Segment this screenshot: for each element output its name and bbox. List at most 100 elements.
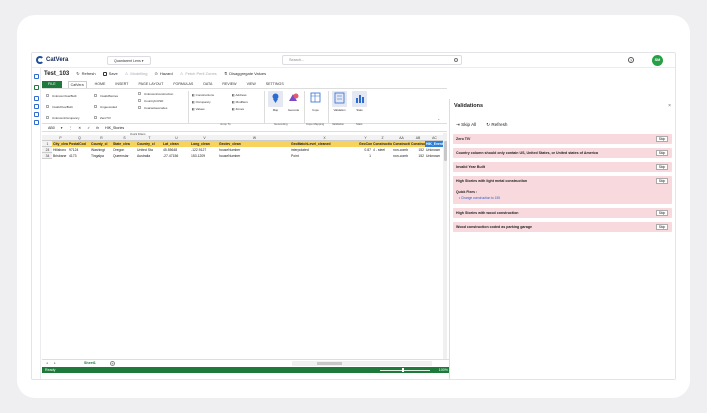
sheet-nav-next-icon[interactable]: ▸ xyxy=(54,361,56,365)
panel-refresh-button[interactable]: ↻ Refresh xyxy=(486,122,507,128)
tab-view[interactable]: VIEW xyxy=(245,81,258,88)
geocode-button[interactable]: Geocode xyxy=(286,91,301,112)
table-cell[interactable]: houseNumber xyxy=(218,153,290,159)
validation-text: High Stories with light metal constructi… xyxy=(456,179,528,183)
layers-icon[interactable] xyxy=(34,104,39,109)
table-cell[interactable] xyxy=(372,153,392,159)
skip-button[interactable]: Skip xyxy=(656,178,668,184)
skip-button[interactable]: Skip xyxy=(656,164,668,170)
check-unknown-construction[interactable] xyxy=(138,92,141,95)
table-cell[interactable]: Queenslar xyxy=(112,153,136,159)
scrollbar-thumb[interactable] xyxy=(317,362,342,365)
search-input[interactable]: Search... xyxy=(282,55,462,65)
check-ungeocoded[interactable] xyxy=(94,105,97,108)
table-cell[interactable]: 152 xyxy=(410,153,425,159)
hazard-button[interactable]: ⊙ Hazard xyxy=(154,71,172,76)
save-button[interactable]: Save xyxy=(102,71,118,76)
table-cell[interactable]: Tingalpa xyxy=(90,153,112,159)
skip-all-button[interactable]: ⇥ Skip All xyxy=(456,122,476,128)
close-icon[interactable]: × xyxy=(668,103,671,109)
table-cell[interactable]: Brisbane xyxy=(52,153,68,159)
vertical-scrollbar[interactable] xyxy=(443,133,447,359)
validation-button[interactable]: Validation xyxy=(332,91,347,112)
collapse-ribbon-icon[interactable]: ^ xyxy=(438,118,439,122)
tab-formulas[interactable]: FORMULAS xyxy=(171,81,195,88)
skip-button[interactable]: Skip xyxy=(656,136,668,142)
stats-button[interactable]: Stats xyxy=(352,91,367,112)
tab-home[interactable]: HOME xyxy=(93,81,108,88)
zoom-slider[interactable] xyxy=(380,368,430,372)
table-cell[interactable]: -27.47156 xyxy=(162,153,190,159)
formula-bar: AB0 ▾ ⋮ ✕ ✓ fx HIK_Stories xyxy=(42,124,447,132)
tab-data[interactable]: DATA xyxy=(201,81,214,88)
fetch-peril-zones-button[interactable]: ⚠ Fetch Peril Zones xyxy=(180,71,217,76)
jump-occupancy-link[interactable]: ◧ Occupancy xyxy=(192,100,211,104)
jump-address-label: Address xyxy=(235,93,247,97)
map-button[interactable]: Map xyxy=(268,91,283,112)
panel-actions: ⇥ Skip All ↻ Refresh xyxy=(456,122,507,128)
avatar[interactable]: SM xyxy=(652,55,663,66)
model-selector[interactable]: Quantarent Lens ▾ xyxy=(107,56,151,65)
formula-input[interactable]: HIK_Stories xyxy=(105,126,124,130)
jump-zones-link[interactable]: ◧ Zones xyxy=(232,107,244,111)
top-bar: CatVera Quantarent Lens ▾ Search... ? SM xyxy=(32,53,675,68)
scrollbar-thumb[interactable] xyxy=(443,141,447,161)
modelling-label: Modelling xyxy=(130,71,148,76)
disaggregate-button[interactable]: ⚗ Disaggregate Values xyxy=(224,71,266,76)
cancel-icon[interactable]: ✕ xyxy=(78,126,81,130)
hazard-icon: ⊙ xyxy=(154,71,158,76)
check-coarse-geocodes[interactable] xyxy=(138,106,141,109)
cope-button[interactable]: Cope xyxy=(308,91,323,112)
spreadsheet-icon[interactable] xyxy=(34,85,39,90)
jump-modifiers-link[interactable]: ◧ Modifiers xyxy=(232,100,248,104)
table-cell[interactable]: Unknown xyxy=(425,153,443,159)
confirm-icon[interactable]: ✓ xyxy=(87,126,90,130)
validation-item: Invalid Year Built Skip xyxy=(453,162,672,172)
row-number[interactable]: 34 xyxy=(42,153,52,159)
skip-button[interactable]: Skip xyxy=(656,224,668,230)
checklist-icon xyxy=(334,92,345,104)
tab-review[interactable]: REVIEW xyxy=(220,81,238,88)
settings-icon[interactable] xyxy=(34,112,39,117)
check-label: Ungeocoded xyxy=(100,105,118,109)
catvera-logo-icon xyxy=(36,56,44,64)
home-icon[interactable] xyxy=(34,74,39,79)
check-zero-tiv[interactable] xyxy=(94,116,97,119)
table-cell[interactable]: 153.1209 xyxy=(190,153,218,159)
check-invalid-year-built[interactable] xyxy=(46,105,49,108)
jump-constructions-link[interactable]: ◧ Constructions xyxy=(192,93,214,97)
table-cell[interactable]: 1 xyxy=(358,153,372,159)
jump-modifiers-label: Modifiers xyxy=(235,100,248,104)
help-icon[interactable]: ? xyxy=(628,57,634,63)
tab-file[interactable]: FILE xyxy=(42,81,62,88)
check-unknown-occupancy[interactable] xyxy=(46,116,49,119)
jump-values-link[interactable]: ◧ Values xyxy=(192,107,205,111)
refresh-button[interactable]: ↻ Refresh xyxy=(76,71,95,76)
geocode-label: Geocode xyxy=(287,108,300,112)
check-invalid-stories[interactable] xyxy=(94,94,97,97)
table-cell[interactable]: Point xyxy=(290,153,358,159)
add-sheet-icon[interactable]: + xyxy=(110,361,115,366)
skip-button[interactable]: Skip xyxy=(656,150,668,156)
sheet-nav-prev-icon[interactable]: ◂ xyxy=(46,361,48,365)
network-icon[interactable] xyxy=(34,120,39,125)
modelling-button[interactable]: ⚠ Modelling xyxy=(125,71,148,76)
check-country-in-usd[interactable] xyxy=(138,99,141,102)
zoom-slider-knob[interactable] xyxy=(402,368,404,372)
skip-button[interactable]: Skip xyxy=(656,210,668,216)
tab-settings[interactable]: SETTINGS xyxy=(264,81,286,88)
tab-page-layout[interactable]: PAGE LAYOUT xyxy=(137,81,166,88)
validation-text: Invalid Year Built xyxy=(456,165,485,169)
name-box-dropdown-icon[interactable]: ▾ xyxy=(61,126,63,130)
horizontal-scrollbar[interactable] xyxy=(292,361,432,366)
jump-address-link[interactable]: ◧ Address xyxy=(232,93,247,97)
table-cell[interactable]: Australia xyxy=(136,153,162,159)
check-unknown-year-built[interactable] xyxy=(46,94,49,97)
tab-insert[interactable]: INSERT xyxy=(113,81,130,88)
table-cell[interactable]: 4173 xyxy=(68,153,90,159)
database-icon[interactable] xyxy=(34,96,39,101)
name-box[interactable]: AB0 xyxy=(48,126,55,130)
validation-text: Country column should only contain US, U… xyxy=(456,151,599,155)
table-cell[interactable]: non-comb xyxy=(392,153,410,159)
quick-fix-link[interactable]: • Change construction to 155 xyxy=(459,196,500,200)
